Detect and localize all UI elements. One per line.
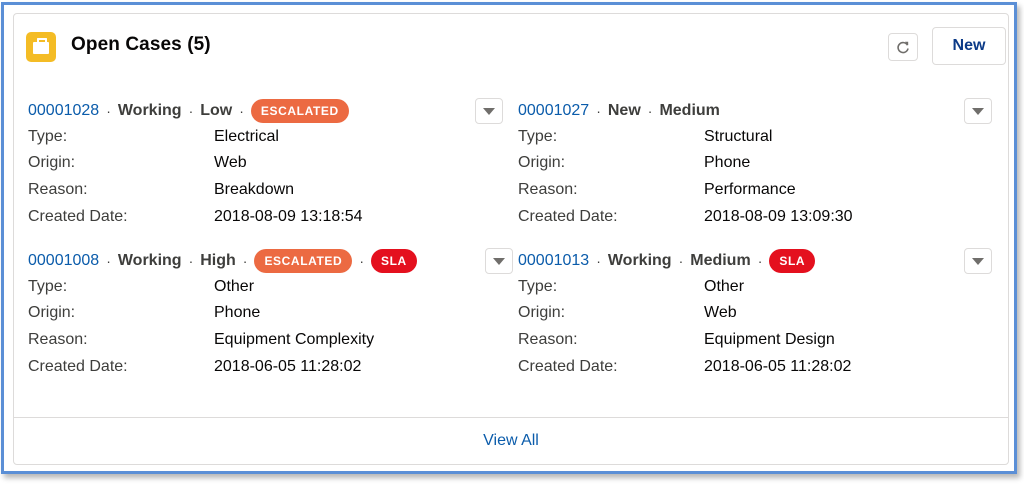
field-value: Other: [704, 278, 745, 295]
separator: ·: [678, 253, 684, 269]
chevron-down-icon: [972, 107, 984, 115]
field-value: Other: [214, 278, 255, 295]
field-label: Type:: [28, 278, 68, 295]
field-value: Breakdown: [214, 181, 295, 198]
refresh-icon: [897, 41, 909, 54]
escalated-badge: ESCALATED: [250, 99, 349, 123]
case-tile: 00001028 · Working · Low · ESCALATED Typ…: [28, 98, 508, 238]
field-label: Created Date:: [28, 208, 128, 225]
case-status: Working: [117, 102, 182, 119]
case-actions-dropdown[interactable]: [475, 98, 503, 124]
chevron-down-icon: [483, 107, 495, 115]
view-all-link[interactable]: View All: [483, 432, 539, 450]
field-value: 2018-06-05 11:28:02: [214, 358, 362, 375]
case-number-link[interactable]: 00001028: [28, 102, 99, 120]
case-tile: 00001013 · Working · Medium · SLA Type: …: [518, 248, 998, 388]
sla-badge: SLA: [769, 249, 816, 273]
field-label: Reason:: [518, 331, 578, 348]
refresh-button[interactable]: [888, 33, 918, 61]
case-number-link[interactable]: 00001008: [28, 252, 99, 270]
case-actions-dropdown[interactable]: [485, 248, 513, 274]
field-value: Structural: [704, 128, 773, 145]
case-status: Working: [117, 252, 182, 269]
briefcase-icon: [26, 32, 56, 62]
field-value: Electrical: [214, 128, 279, 145]
field-label: Reason:: [518, 181, 578, 198]
case-status: New: [607, 102, 641, 119]
field-value: Equipment Complexity: [214, 331, 375, 348]
separator: ·: [647, 103, 653, 119]
separator: ·: [359, 253, 364, 269]
field-value: Phone: [704, 154, 751, 171]
field-label: Origin:: [28, 154, 76, 171]
field-label: Type:: [518, 128, 558, 145]
field-label: Origin:: [518, 304, 566, 321]
field-value: Equipment Design: [704, 331, 835, 348]
case-tile: 00001008 · Working · High · ESCALATED · …: [28, 248, 513, 388]
field-label: Type:: [518, 278, 558, 295]
case-priority: Low: [200, 102, 233, 119]
case-priority: High: [200, 252, 236, 269]
screenshot-frame: Open Cases (5) New 00001028 · Working · …: [1, 2, 1017, 474]
field-label: Created Date:: [518, 358, 618, 375]
case-status: Working: [607, 252, 672, 269]
field-value: 2018-06-05 11:28:02: [704, 358, 852, 375]
escalated-badge: ESCALATED: [254, 249, 353, 273]
field-label: Type:: [28, 128, 68, 145]
case-header: 00001027 · New · Medium: [518, 98, 720, 124]
card-title[interactable]: Open Cases (5): [71, 34, 211, 56]
card-footer: View All: [14, 417, 1008, 464]
new-case-button[interactable]: New: [932, 27, 1006, 65]
separator: ·: [757, 253, 763, 269]
field-value: Web: [214, 154, 247, 171]
field-value: Web: [704, 304, 737, 321]
chevron-down-icon: [493, 257, 505, 265]
field-value: 2018-08-09 13:18:54: [214, 208, 363, 225]
field-value: Phone: [214, 304, 261, 321]
open-cases-card: Open Cases (5) New 00001028 · Working · …: [13, 13, 1009, 465]
separator: ·: [188, 253, 194, 269]
field-label: Reason:: [28, 181, 88, 198]
separator: ·: [596, 253, 601, 269]
chevron-down-icon: [972, 257, 984, 265]
field-label: Created Date:: [28, 358, 128, 375]
case-priority: Medium: [690, 252, 751, 269]
sla-badge: SLA: [370, 249, 417, 273]
card-header: Open Cases (5) New: [14, 14, 1008, 74]
separator: ·: [596, 103, 601, 119]
case-tile: 00001027 · New · Medium Type: Structural…: [518, 98, 998, 238]
case-actions-dropdown[interactable]: [964, 98, 992, 124]
separator: ·: [188, 103, 194, 119]
field-label: Created Date:: [518, 208, 618, 225]
separator: ·: [239, 103, 244, 119]
case-header: 00001008 · Working · High · ESCALATED · …: [28, 248, 417, 274]
case-actions-dropdown[interactable]: [964, 248, 992, 274]
separator: ·: [106, 253, 111, 269]
separator: ·: [106, 103, 111, 119]
field-value: 2018-08-09 13:09:30: [704, 208, 853, 225]
field-label: Reason:: [28, 331, 88, 348]
case-number-link[interactable]: 00001027: [518, 102, 589, 120]
separator: ·: [242, 253, 248, 269]
field-label: Origin:: [518, 154, 566, 171]
case-number-link[interactable]: 00001013: [518, 252, 589, 270]
field-value: Performance: [704, 181, 796, 198]
case-header: 00001013 · Working · Medium · SLA: [518, 248, 816, 274]
case-header: 00001028 · Working · Low · ESCALATED: [28, 98, 349, 124]
case-priority: Medium: [659, 102, 720, 119]
field-label: Origin:: [28, 304, 76, 321]
